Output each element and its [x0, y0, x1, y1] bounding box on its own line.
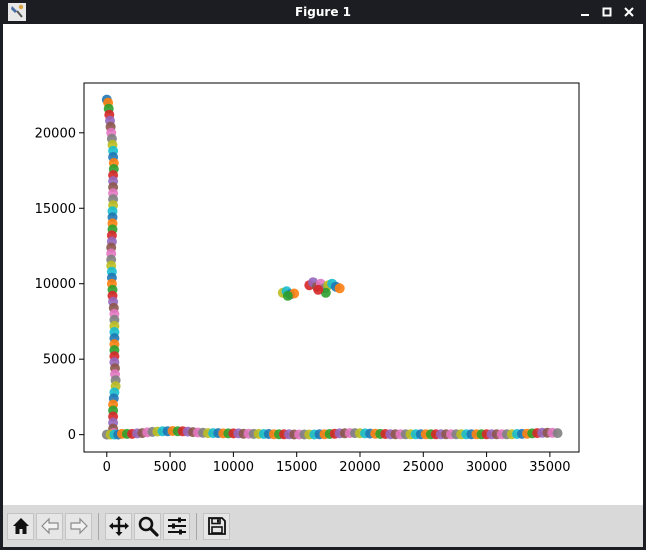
data-point [282, 290, 293, 301]
data-point [552, 428, 563, 439]
x-tick-label: 30000 [466, 460, 507, 475]
x-tick-label: 5000 [154, 460, 187, 475]
move-icon [108, 516, 129, 536]
x-tick-label: 20000 [339, 460, 380, 475]
x-tick-label: 25000 [403, 460, 444, 475]
pan-button[interactable] [105, 512, 132, 540]
maximize-icon [602, 7, 612, 17]
plot-area [84, 83, 579, 452]
configure-subplots-button[interactable] [163, 512, 190, 540]
navigation-toolbar [3, 505, 643, 547]
back-button[interactable] [36, 512, 63, 540]
data-point [334, 283, 345, 294]
y-tick-label: 20000 [35, 126, 76, 141]
y-tick-label: 10000 [35, 277, 76, 292]
sliders-icon [167, 517, 186, 535]
minimize-button[interactable] [574, 0, 596, 24]
home-button[interactable] [7, 512, 34, 540]
magnifier-icon [138, 516, 159, 537]
floppy-disk-icon [207, 517, 226, 535]
x-tick-label: 10000 [213, 460, 254, 475]
home-icon [12, 518, 29, 534]
close-button[interactable] [618, 0, 640, 24]
y-tick-label: 5000 [43, 353, 76, 368]
minimize-icon [581, 14, 589, 16]
data-point [313, 284, 324, 295]
forward-button[interactable] [65, 512, 92, 540]
save-button[interactable] [203, 512, 230, 540]
scatter-plot: 0 5000 10000 15000 20000 25000 30000 35000 0 5000… [35, 82, 580, 475]
figure-canvas[interactable]: 0 5000 10000 15000 20000 25000 30000 35000 0 5000… [3, 24, 643, 547]
title-bar[interactable]: Figure 1 [0, 0, 646, 24]
arrow-left-icon [40, 517, 59, 535]
maximize-button[interactable] [596, 0, 618, 24]
x-tick-label: 0 [103, 460, 111, 475]
x-tick-label: 15000 [276, 460, 317, 475]
y-tick-label: 0 [68, 428, 76, 443]
toolbar-separator [98, 512, 99, 540]
x-tick-label: 35000 [529, 460, 570, 475]
arrow-right-icon [69, 517, 88, 535]
zoom-button[interactable] [134, 512, 161, 540]
y-tick-label: 15000 [35, 202, 76, 217]
toolbar-separator [196, 512, 197, 540]
close-icon [624, 7, 634, 17]
window-title: Figure 1 [294, 5, 352, 19]
